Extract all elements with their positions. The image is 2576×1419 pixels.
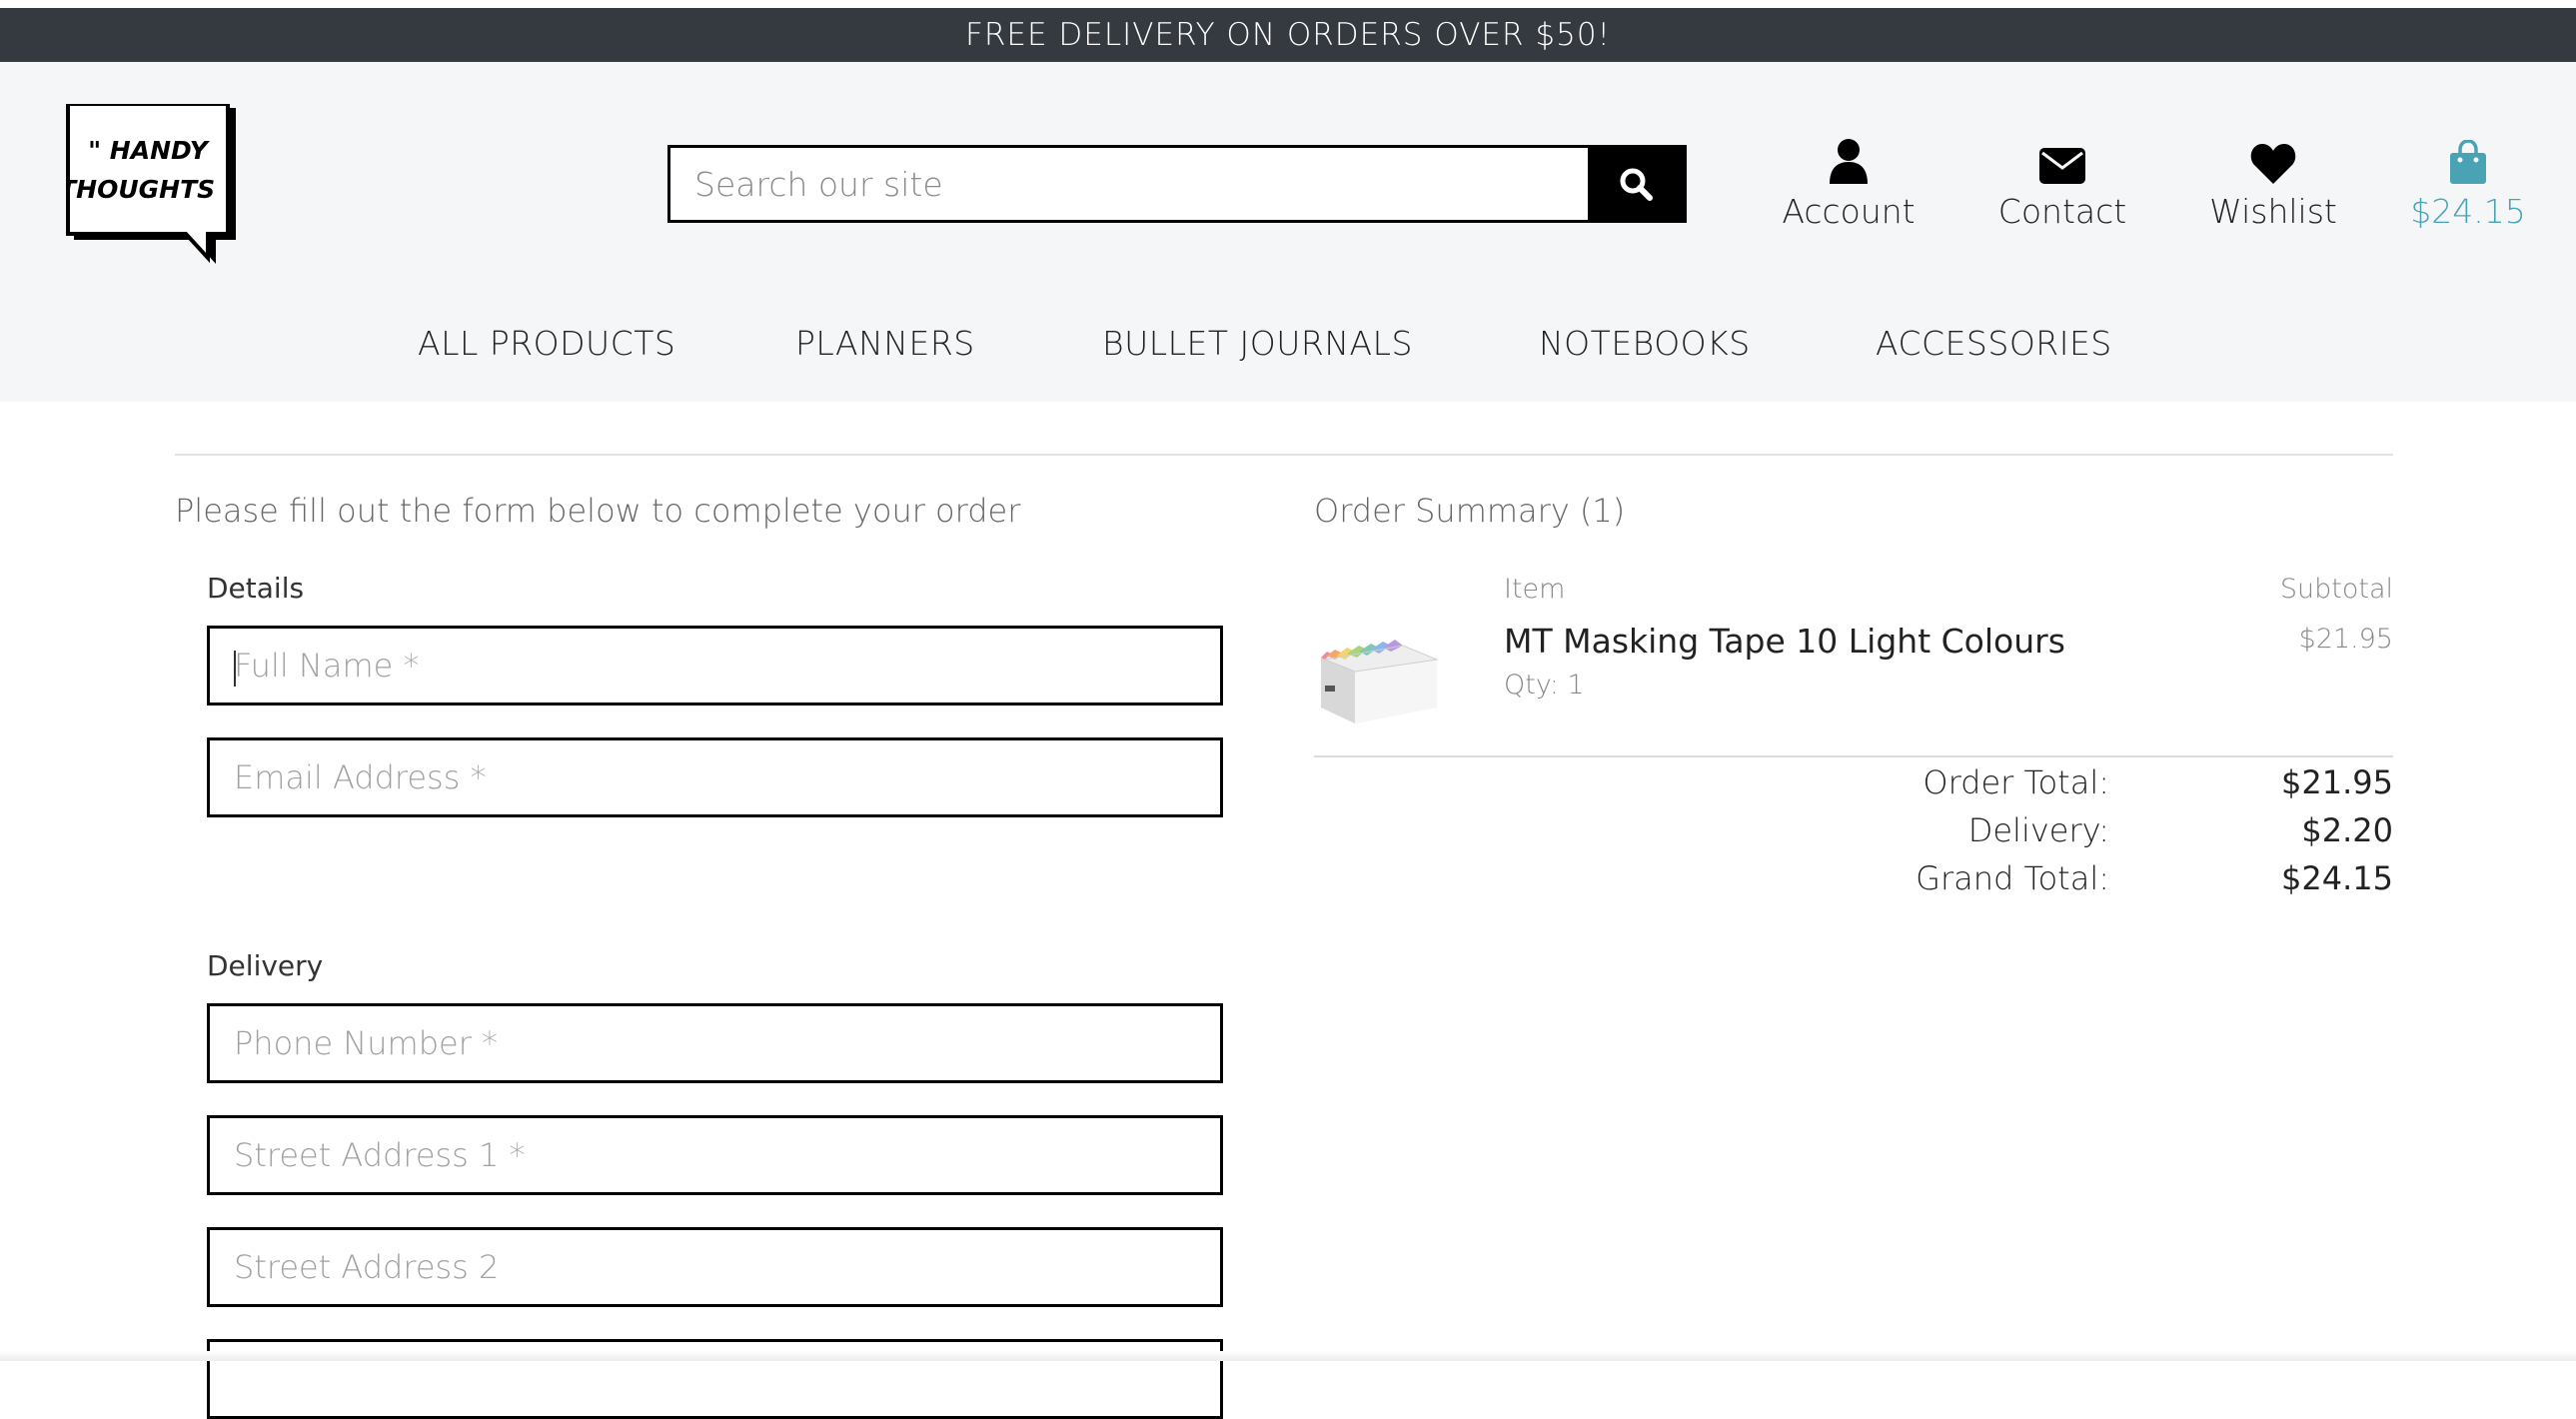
phone-input[interactable] xyxy=(210,1006,1220,1080)
subtotal-column-header: Subtotal xyxy=(2279,574,2393,605)
street-address-2-input[interactable] xyxy=(210,1230,1220,1304)
promo-banner: FREE DELIVERY ON ORDERS OVER $50! xyxy=(0,8,2576,62)
checkout-intro: Please fill out the form below to comple… xyxy=(175,492,1021,530)
search-icon xyxy=(1620,168,1653,201)
wishlist-label: Wishlist xyxy=(2209,192,2337,231)
main-menu: ALL PRODUCTS PLANNERS BULLET JOURNALS NO… xyxy=(0,324,2576,384)
order-summary-title: Order Summary (1) xyxy=(1314,492,1626,530)
product-image[interactable] xyxy=(1317,628,1439,737)
site-header: " HANDY THOUGHTS " Account Co xyxy=(0,62,2576,402)
account-link[interactable]: Account xyxy=(1749,132,1948,231)
cart-total-label: $24.15 xyxy=(2410,192,2526,231)
delivery-section-label: Delivery xyxy=(207,949,324,982)
menu-item-accessories[interactable]: ACCESSORIES xyxy=(1876,324,2112,363)
speech-bubble-logo-icon: " HANDY THOUGHTS " xyxy=(59,102,237,264)
product-quantity: Qty: 1 xyxy=(1504,670,1585,701)
product-name[interactable]: MT Masking Tape 10 Light Colours xyxy=(1504,622,2065,661)
handy-thoughts-logo[interactable]: " HANDY THOUGHTS " xyxy=(59,102,237,264)
contact-link[interactable]: Contact xyxy=(1962,132,2162,231)
content-divider xyxy=(175,454,2393,456)
search-button[interactable] xyxy=(1588,148,1684,220)
product-subtotal: $21.95 xyxy=(2298,624,2393,655)
shopping-bag-icon xyxy=(2450,140,2486,184)
viewport-bottom-shadow xyxy=(0,1351,2576,1361)
street-address-1-input[interactable] xyxy=(210,1118,1220,1192)
item-column-header: Item xyxy=(1504,574,1566,605)
menu-item-all-products[interactable]: ALL PRODUCTS xyxy=(418,324,675,363)
grand-total-value: $24.15 xyxy=(2281,859,2393,897)
street-address-2-field xyxy=(207,1227,1223,1307)
order-total-label: Order Total: xyxy=(1923,763,2109,801)
envelope-icon xyxy=(2039,148,2085,184)
order-total-value: $21.95 xyxy=(2281,763,2393,801)
grand-total-label: Grand Total: xyxy=(1916,859,2109,897)
user-icon xyxy=(1830,139,1868,184)
top-strip xyxy=(0,0,2576,8)
search-bar xyxy=(667,145,1687,223)
email-input[interactable] xyxy=(210,740,1220,814)
details-section-label: Details xyxy=(207,572,305,605)
search-input[interactable] xyxy=(670,148,1588,220)
delivery-cost-value: $2.20 xyxy=(2301,811,2393,849)
masking-tape-box-image xyxy=(1321,640,1439,723)
street-address-1-field xyxy=(207,1115,1223,1195)
summary-divider xyxy=(1314,755,2393,757)
logo-text-line2: THOUGHTS " xyxy=(66,175,236,204)
account-label: Account xyxy=(1782,192,1916,231)
logo-text-line1: " HANDY xyxy=(88,136,211,165)
full-name-field xyxy=(207,626,1223,706)
phone-field xyxy=(207,1003,1223,1083)
menu-item-bullet-journals[interactable]: BULLET JOURNALS xyxy=(1102,324,1413,363)
full-name-input[interactable] xyxy=(210,629,1220,703)
email-field xyxy=(207,737,1223,817)
heart-icon xyxy=(2250,144,2296,184)
text-cursor xyxy=(234,651,236,687)
wishlist-link[interactable]: Wishlist xyxy=(2173,132,2373,231)
cart-link[interactable]: $24.15 xyxy=(2368,132,2568,231)
delivery-cost-label: Delivery: xyxy=(1967,811,2109,849)
menu-item-planners[interactable]: PLANNERS xyxy=(795,324,975,363)
menu-item-notebooks[interactable]: NOTEBOOKS xyxy=(1539,324,1751,363)
contact-label: Contact xyxy=(1997,192,2127,231)
